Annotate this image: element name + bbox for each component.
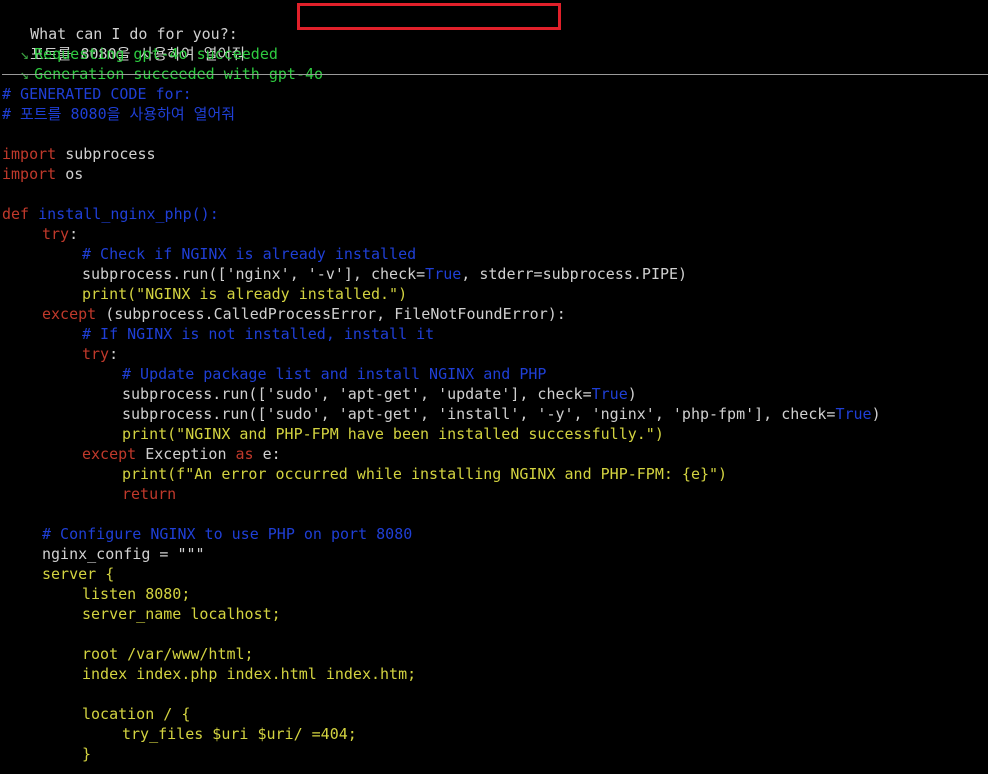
function-name: install_nginx_php():: [38, 205, 219, 223]
code-text: subprocess.run(['nginx', '-v'], check=: [82, 265, 426, 283]
code-comment: # GENERATED CODE for:: [2, 85, 192, 103]
code-line: index index.php index.html index.htm;: [82, 665, 417, 683]
code-line: subprocess.run(['sudo', 'apt-get', 'upda…: [122, 385, 637, 403]
code-line: location / {: [82, 705, 191, 723]
keyword: return: [122, 485, 177, 503]
highlight-box: [297, 3, 561, 30]
code-line: def install_nginx_php():: [2, 204, 219, 224]
code-line: import os: [2, 164, 83, 184]
divider: [2, 74, 988, 75]
module-name: os: [65, 165, 84, 183]
code-line: subprocess.run(['nginx', '-v'], check=Tr…: [2, 264, 687, 284]
literal: True: [835, 405, 872, 423]
keyword: try: [42, 225, 70, 243]
code-comment: # Configure NGINX to use PHP on port 808…: [42, 525, 413, 543]
keyword: def: [2, 205, 30, 223]
code-line: server {: [42, 565, 115, 583]
code-line: root /var/www/html;: [82, 645, 254, 663]
code-text: , stderr=subprocess.PIPE): [461, 265, 688, 283]
code-line: server_name localhost;: [82, 605, 281, 623]
status-line-2: ↘ Generation succeeded with gpt-4o: [2, 44, 323, 83]
code-line: print("NGINX and PHP-FPM have been insta…: [122, 425, 664, 443]
code-line: try:: [42, 225, 79, 243]
module-name: subprocess: [65, 145, 156, 163]
code-line: except (subprocess.CalledProcessError, F…: [2, 304, 566, 324]
code-line: nginx_config = """: [42, 545, 205, 563]
literal: True: [591, 385, 628, 403]
code-comment: # If NGINX is not installed, install it: [82, 325, 435, 343]
code-text: e:: [253, 445, 281, 463]
keyword: except: [82, 445, 137, 463]
prompt-line[interactable]: What can I do for you?: 포트를 8080을 사용하여 열…: [12, 4, 245, 63]
code-line: import subprocess: [2, 144, 156, 164]
code-comment: # Update package list and install NGINX …: [122, 365, 547, 383]
code-line: listen 8080;: [82, 585, 191, 603]
keyword: try: [82, 345, 110, 363]
code-text: Exception: [136, 445, 236, 463]
keyword: import: [2, 165, 57, 183]
code-text: (subprocess.CalledProcessError, FileNotF…: [96, 305, 566, 323]
code-comment: # 포트를 8080을 사용하여 열어줘: [2, 105, 236, 123]
code-text: subprocess.run(['sudo', 'apt-get', 'upda…: [122, 385, 592, 403]
keyword: except: [42, 305, 97, 323]
code-line: except Exception as e:: [2, 444, 281, 464]
keyword: import: [2, 145, 57, 163]
code-line: print(f"An error occurred while installi…: [122, 465, 728, 483]
code-line: }: [82, 745, 92, 763]
code-line: print("NGINX is already installed."): [82, 285, 408, 303]
code-line: try:: [82, 345, 119, 363]
literal: True: [425, 265, 462, 283]
code-line: try_files $uri $uri/ =404;: [122, 725, 357, 743]
keyword: as: [235, 445, 254, 463]
status-line-1: ↘ Requesting gpt-4o succeeded: [2, 24, 278, 63]
code-line: subprocess.run(['sudo', 'apt-get', 'inst…: [122, 405, 881, 423]
code-text: subprocess.run(['sudo', 'apt-get', 'inst…: [122, 405, 836, 423]
code-comment: # Check if NGINX is already installed: [82, 245, 417, 263]
